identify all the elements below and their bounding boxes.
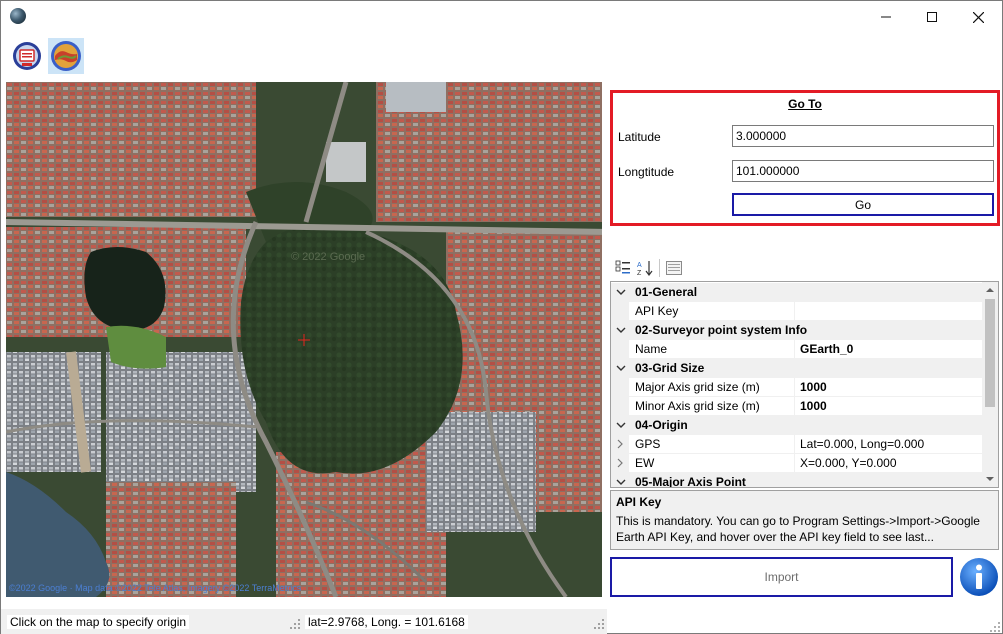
alphabetical-button[interactable]: A Z — [635, 258, 655, 278]
maximize-button[interactable] — [909, 1, 955, 33]
scrollbar-thumb[interactable] — [985, 299, 995, 407]
category-label: 01-General — [635, 285, 698, 299]
google-earth-button[interactable] — [48, 38, 84, 74]
category-general[interactable]: 01-General — [611, 283, 982, 302]
longitude-label: Longtitude — [618, 165, 675, 179]
property-row-major-axis[interactable]: Major Axis grid size (m) 1000 — [611, 378, 982, 397]
scroll-down-icon[interactable] — [986, 475, 994, 483]
property-value-major-axis[interactable]: 1000 — [794, 378, 982, 397]
property-name: API Key — [629, 302, 794, 321]
property-name: Minor Axis grid size (m) — [629, 397, 794, 416]
row-gutter — [611, 378, 629, 397]
category-label: 03-Grid Size — [635, 361, 705, 375]
help-title: API Key — [616, 495, 662, 509]
map-imagery: © 2022 Google — [6, 82, 602, 597]
map-watermark: © 2022 Google — [291, 251, 365, 263]
property-grid-toolbar: A Z — [610, 255, 999, 281]
svg-text:A: A — [637, 262, 642, 269]
main-window: © 2022 Google ©2022 Google · Map data ©2… — [0, 0, 1003, 634]
category-grid-size[interactable]: 03-Grid Size — [611, 359, 982, 378]
chevron-right-icon[interactable] — [616, 439, 624, 449]
resize-grip-icon — [594, 619, 604, 629]
chevron-right-icon[interactable] — [616, 458, 624, 468]
property-pages-button[interactable] — [664, 258, 684, 278]
property-row-gps[interactable]: GPS Lat=0.000, Long=0.000 — [611, 435, 982, 454]
maximize-icon — [927, 12, 937, 22]
category-label: 04-Origin — [635, 418, 688, 432]
property-name: EW — [629, 454, 794, 473]
import-button[interactable]: Import — [610, 557, 953, 597]
program-settings-icon — [13, 42, 41, 70]
category-surveyor-info[interactable]: 02-Surveyor point system Info — [611, 321, 982, 340]
minimize-icon — [881, 16, 891, 18]
status-hint: Click on the map to specify origin — [7, 615, 190, 629]
category-label: 02-Surveyor point system Info — [635, 323, 808, 337]
resize-grip-icon — [290, 619, 300, 629]
property-value-minor-axis[interactable]: 1000 — [794, 397, 982, 416]
property-grid[interactable]: 01-General API Key 02-Surveyor point sys… — [610, 281, 999, 488]
category-major-axis-point[interactable]: 05-Major Axis Point — [611, 473, 982, 488]
status-coordinates: lat=2.9768, Long. = 101.6168 — [305, 615, 468, 629]
program-settings-button[interactable] — [9, 38, 45, 74]
title-bar — [1, 1, 1002, 33]
property-name: Name — [629, 340, 794, 359]
categorized-button[interactable] — [613, 258, 633, 278]
goto-panel: Go To Latitude Longtitude Go — [610, 90, 1000, 226]
category-label: 05-Major Axis Point — [635, 475, 746, 488]
chevron-down-icon — [616, 365, 626, 371]
row-gutter — [611, 340, 629, 359]
category-origin[interactable]: 04-Origin — [611, 416, 982, 435]
goto-title: Go To — [788, 97, 822, 111]
toolbar-separator — [659, 259, 660, 277]
row-gutter — [611, 397, 629, 416]
map-credit: ©2022 Google · Map data ©2022 Tele Atlas… — [9, 583, 302, 593]
info-icon — [960, 558, 998, 596]
categorized-icon — [615, 260, 630, 274]
property-grid-scrollbar[interactable] — [982, 282, 998, 487]
property-pages-icon — [666, 261, 682, 275]
satellite-map[interactable]: © 2022 Google ©2022 Google · Map data ©2… — [6, 82, 602, 597]
go-button[interactable]: Go — [732, 193, 994, 216]
svg-text:Z: Z — [637, 270, 642, 276]
alphabetical-sort-icon: A Z — [637, 261, 653, 276]
row-gutter — [611, 302, 629, 321]
toolbar — [1, 35, 1002, 77]
property-value-api-key[interactable] — [794, 302, 982, 321]
property-row-minor-axis[interactable]: Minor Axis grid size (m) 1000 — [611, 397, 982, 416]
latitude-input[interactable] — [732, 125, 994, 147]
property-name: GPS — [629, 435, 794, 454]
info-button[interactable] — [959, 557, 999, 597]
close-icon — [972, 11, 984, 23]
chevron-down-icon — [616, 327, 626, 333]
property-value-ew[interactable]: X=0.000, Y=0.000 — [794, 454, 982, 473]
property-row-name[interactable]: Name GEarth_0 — [611, 340, 982, 359]
window-resize-grip-icon[interactable] — [989, 621, 1001, 633]
scroll-up-icon[interactable] — [986, 286, 994, 294]
earth-app-icon — [10, 8, 26, 24]
chevron-down-icon — [616, 422, 626, 428]
property-row-api-key[interactable]: API Key — [611, 302, 982, 321]
close-button[interactable] — [955, 1, 1001, 33]
google-earth-icon — [51, 41, 81, 71]
minimize-button[interactable] — [863, 1, 909, 33]
longitude-input[interactable] — [732, 160, 994, 182]
property-value-name[interactable]: GEarth_0 — [794, 340, 982, 359]
property-value-gps[interactable]: Lat=0.000, Long=0.000 — [794, 435, 982, 454]
status-bar: Click on the map to specify origin lat=2… — [1, 609, 607, 634]
latitude-label: Latitude — [618, 130, 661, 144]
chevron-down-icon — [616, 479, 626, 485]
help-description: This is mandatory. You can go to Program… — [616, 514, 980, 544]
chevron-down-icon — [616, 289, 626, 295]
property-row-ew[interactable]: EW X=0.000, Y=0.000 — [611, 454, 982, 473]
property-help-box: API Key This is mandatory. You can go to… — [610, 490, 999, 550]
property-name: Major Axis grid size (m) — [629, 378, 794, 397]
